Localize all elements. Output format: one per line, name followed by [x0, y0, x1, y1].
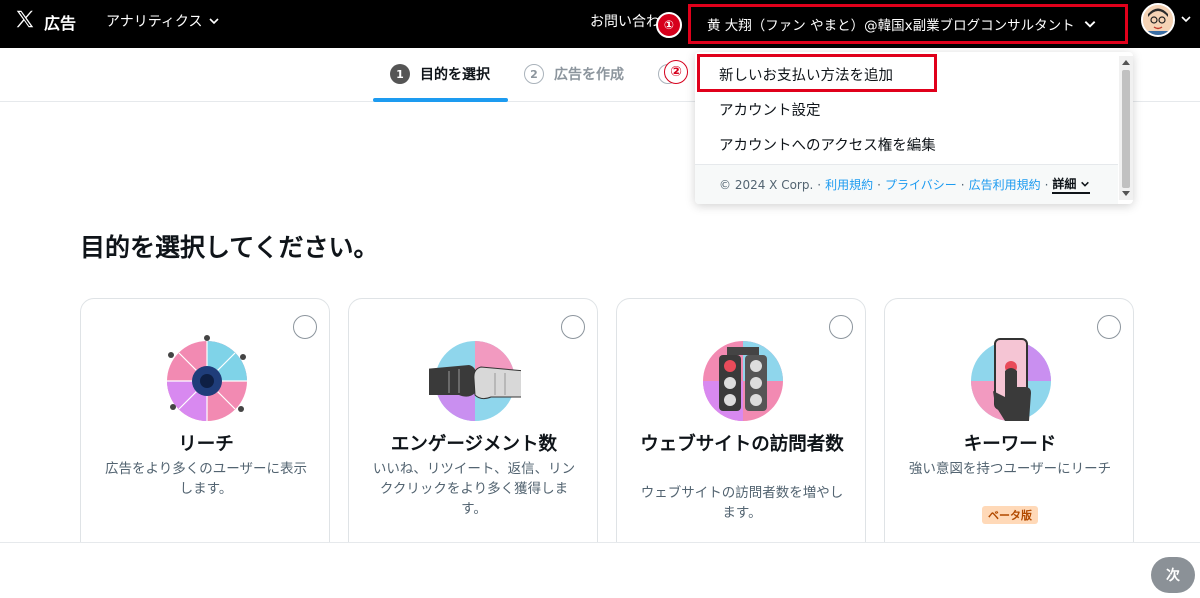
step-number: 2 — [524, 64, 544, 84]
chevron-down-icon[interactable] — [1180, 13, 1192, 25]
page-title: 目的を選択してください。 — [80, 233, 379, 262]
radio-button[interactable] — [829, 315, 853, 339]
step-label: 目的を選択 — [420, 67, 490, 83]
copyright-text: © 2024 X Corp. — [719, 177, 814, 192]
analytics-menu[interactable]: アナリティクス — [106, 11, 220, 31]
analytics-label: アナリティクス — [106, 14, 203, 30]
annotation-highlight-box — [697, 54, 937, 92]
step-create-ad[interactable]: 2 広告を作成 — [524, 64, 624, 84]
avatar-face-icon — [1143, 5, 1173, 35]
step-number: 1 — [390, 64, 410, 84]
card-title: リーチ — [178, 434, 234, 455]
annotation-marker-2: ② — [664, 60, 688, 84]
annotation-marker-1: ① — [656, 12, 682, 38]
objective-card-keyword[interactable]: キーワード 強い意図を持つユーザーにリーチ ベータ版 — [884, 298, 1134, 558]
x-logo-icon[interactable] — [14, 8, 36, 30]
account-name: 黄 大翔（ファン やまと）@韓国x副業ブログコンサルタント — [707, 18, 1075, 34]
card-description: 広告をより多くのユーザーに表示します。 — [105, 461, 307, 497]
reach-target-icon — [167, 335, 247, 421]
separator: · — [877, 177, 881, 192]
more-details-button[interactable]: 詳細 — [1052, 175, 1091, 194]
objective-card-reach[interactable]: リーチ 広告をより多くのユーザーに表示します。 — [80, 298, 330, 558]
brand-label[interactable]: 広告 — [44, 10, 76, 34]
dropdown-scrollbar[interactable] — [1119, 56, 1133, 200]
ads-terms-link[interactable]: 広告利用規約 — [969, 176, 1041, 193]
menu-item-edit-access[interactable]: アカウントへのアクセス権を編集 — [719, 134, 936, 155]
separator: · — [817, 177, 822, 192]
phone-tap-icon — [971, 338, 1051, 421]
top-navigation-bar: 広告 アナリティクス お問い合わせ 黄 大翔（ファン やまと）@韓国x副業ブログ… — [0, 0, 1200, 48]
bottom-action-bar — [0, 542, 1200, 598]
separator: · — [1044, 177, 1049, 192]
step-label: 広告を作成 — [554, 67, 624, 83]
radio-button[interactable] — [1097, 315, 1121, 339]
radio-button[interactable] — [561, 315, 585, 339]
dropdown-footer: © 2024 X Corp. · 利用規約 · プライバシー · 広告利用規約 … — [695, 164, 1118, 204]
step-select-objective[interactable]: 1 目的を選択 — [390, 64, 490, 84]
card-title: キーワード — [963, 434, 1057, 455]
more-label: 詳細 — [1052, 177, 1077, 191]
privacy-link[interactable]: プライバシー — [885, 176, 957, 193]
scroll-down-icon[interactable] — [1122, 191, 1130, 196]
avatar[interactable] — [1141, 3, 1175, 37]
scroll-thumb[interactable] — [1122, 70, 1130, 188]
separator: · — [960, 177, 965, 192]
objective-card-website-visits[interactable]: ウェブサイトの訪問者数 ウェブサイトの訪問者数を増やします。 — [616, 298, 866, 558]
card-description: ウェブサイトの訪問者数を増やします。 — [640, 485, 844, 521]
card-description: いいね、リツイート、返信、リンククリックをより多く獲得します。 — [372, 461, 576, 517]
fist-bump-icon — [429, 341, 521, 421]
card-title: ウェブサイトの訪問者数 — [640, 434, 844, 455]
account-switcher[interactable]: 黄 大翔（ファン やまと）@韓国x副業ブログコンサルタント — [688, 4, 1128, 44]
terms-link[interactable]: 利用規約 — [825, 176, 873, 193]
next-button[interactable]: 次 — [1151, 557, 1195, 593]
beta-badge: ベータ版 — [982, 506, 1038, 524]
radio-button[interactable] — [293, 315, 317, 339]
chevron-down-icon — [1084, 21, 1095, 28]
card-description: 強い意図を持つユーザーにリーチ — [908, 461, 1112, 477]
active-step-indicator — [373, 98, 508, 102]
traffic-light-icon — [703, 341, 783, 421]
chevron-down-icon — [1081, 181, 1090, 187]
menu-item-account-settings[interactable]: アカウント設定 — [719, 99, 821, 120]
card-title: エンゲージメント数 — [390, 434, 558, 455]
chevron-down-icon — [209, 18, 220, 25]
scroll-up-icon[interactable] — [1122, 60, 1130, 65]
objective-card-engagement[interactable]: エンゲージメント数 いいね、リツイート、返信、リンククリックをより多く獲得します… — [348, 298, 598, 558]
